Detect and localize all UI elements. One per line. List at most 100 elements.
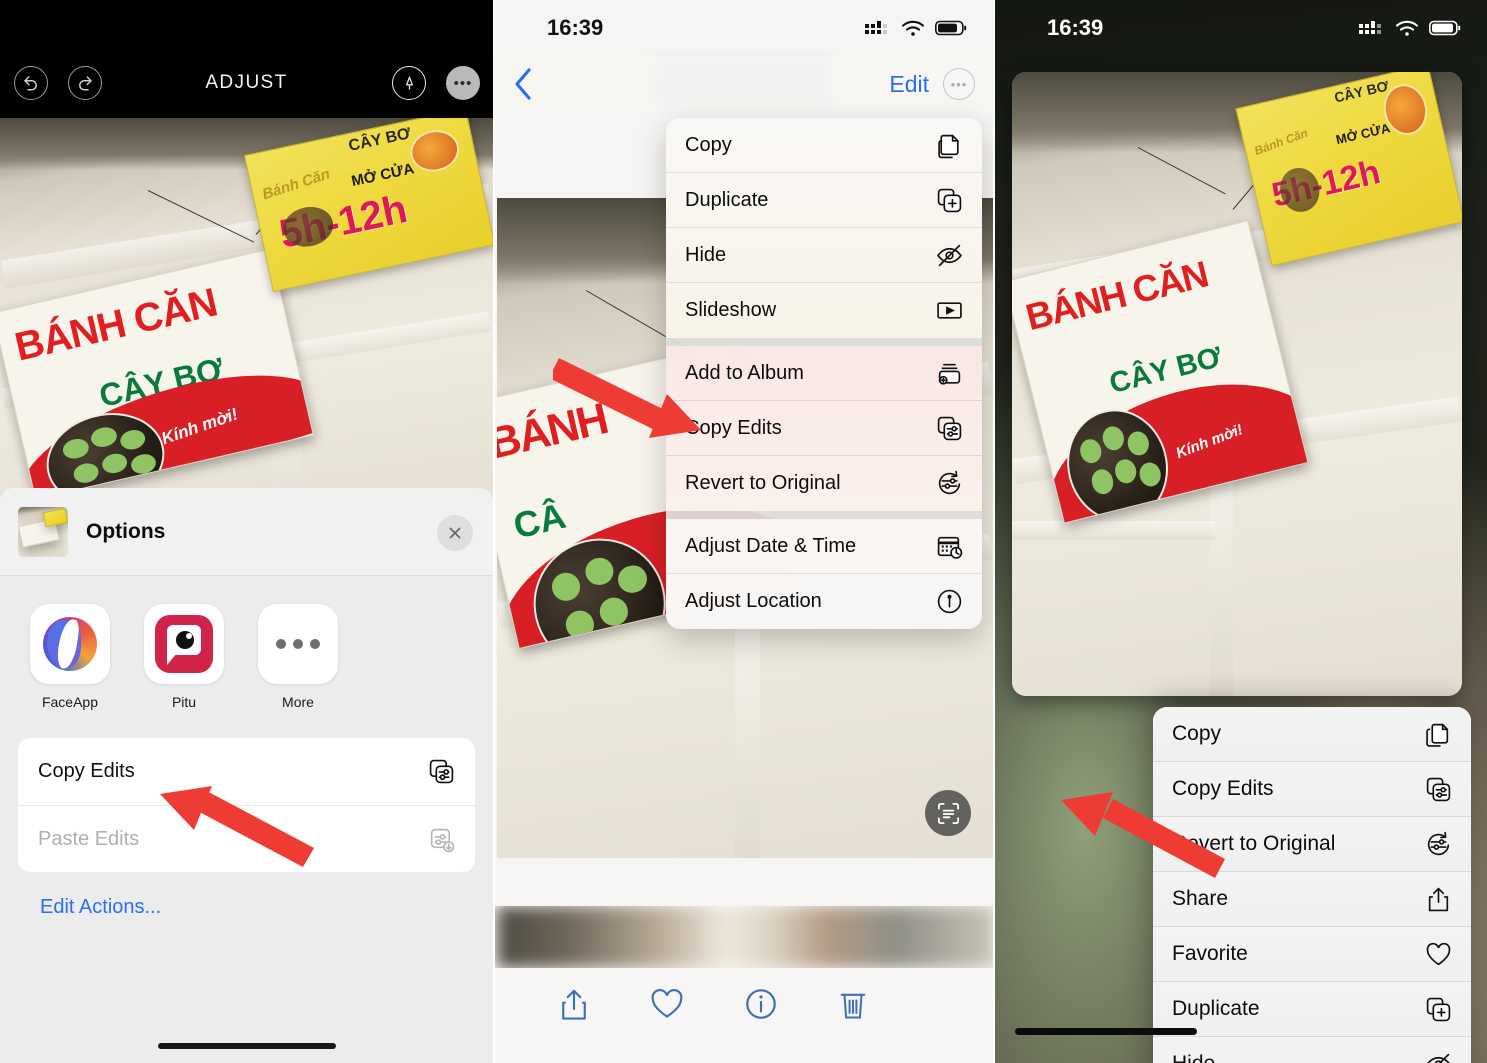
panel-photo-editor-options: BÁNH CĂN CÂY BƠ Kính mời! Bánh Căn CÂY B… — [0, 0, 493, 1063]
menu-item-adjust-location[interactable]: Adjust Location — [666, 574, 982, 629]
app-faceapp[interactable]: FaceApp — [30, 604, 110, 710]
bottom-toolbar — [495, 968, 993, 1063]
heart-icon — [1425, 941, 1452, 968]
menu-item-duplicate[interactable]: Duplicate — [1153, 982, 1471, 1037]
menu-item-slideshow[interactable]: Slideshow — [666, 283, 982, 338]
sign-banh-can: BÁNH CĂN CÂY BƠ Kính mời! — [0, 248, 314, 500]
menu-item-label: Favorite — [1172, 942, 1248, 965]
menu-item-copy-edits[interactable]: Copy Edits — [1153, 762, 1471, 817]
status-time: 16:39 — [547, 15, 604, 40]
faceapp-icon — [30, 604, 110, 684]
context-menu-panel2: Copy Duplicate Hide Slideshow Add to Alb… — [666, 118, 982, 629]
edit-actions-link[interactable]: Edit Actions... — [40, 896, 493, 919]
menu-item-label: Copy Edits — [1172, 777, 1274, 800]
menu-separator — [666, 511, 982, 519]
more-ellipsis-icon[interactable]: ••• — [446, 66, 480, 100]
hide-eye-slash-icon — [936, 242, 963, 269]
menu-item-copy-edits[interactable]: Copy Edits — [666, 401, 982, 456]
chevron-left-icon[interactable] — [513, 67, 533, 101]
wifi-icon — [1395, 20, 1419, 37]
share-button[interactable] — [559, 988, 589, 1022]
menu-item-hide[interactable]: Hide — [1153, 1037, 1471, 1063]
navigation-bar: Edit ••• — [495, 56, 993, 112]
copy-edits-icon — [1425, 776, 1452, 803]
favorite-button[interactable] — [650, 988, 684, 1020]
menu-item-copy[interactable]: Copy — [1153, 707, 1471, 762]
add-to-album-icon — [936, 360, 963, 387]
menu-item-label: Hide — [685, 243, 727, 266]
share-options-sheet: Options FaceApp Pitu More Copy Edits Pas… — [0, 488, 493, 1063]
share-icon — [1425, 886, 1452, 913]
menu-item-share[interactable]: Share — [1153, 872, 1471, 927]
sheet-header: Options — [0, 488, 493, 576]
menu-item-label: Share — [1172, 887, 1229, 910]
menu-item-label: Slideshow — [685, 299, 777, 321]
pitu-icon — [144, 604, 224, 684]
duplicate-icon — [936, 187, 963, 214]
menu-item-label: Copy — [685, 133, 732, 156]
copy-edits-icon — [936, 415, 963, 442]
menu-item-favorite[interactable]: Favorite — [1153, 927, 1471, 982]
sign-mo-cua: Bánh Căn CÂY BƠ MỞ CỬA 5h-12h — [1234, 72, 1462, 267]
more-dots-icon — [258, 604, 338, 684]
photo-preview-panel3[interactable]: BÁNH CĂN CÂY BƠ Kính mời! Bánh Căn CÂY B… — [1012, 72, 1462, 696]
slideshow-play-icon — [936, 297, 963, 324]
home-indicator — [157, 1043, 336, 1049]
app-pitu[interactable]: Pitu — [144, 604, 224, 710]
menu-item-copy[interactable]: Copy — [666, 118, 982, 173]
app-suggestions-row: FaceApp Pitu More — [0, 576, 493, 732]
menu-item-label: Adjust Location — [685, 590, 822, 612]
markup-pen-icon[interactable] — [392, 66, 426, 100]
battery-icon — [1429, 20, 1461, 36]
info-button[interactable] — [745, 988, 777, 1020]
menu-item-label: Copy Edits — [685, 416, 782, 439]
menu-item-label: Duplicate — [685, 188, 769, 211]
more-ellipsis-icon[interactable]: ••• — [943, 68, 975, 100]
photo-thumbnail — [18, 506, 68, 557]
revert-to-original-icon — [936, 470, 963, 497]
menu-item-adjust-date-time[interactable]: Adjust Date & Time — [666, 519, 982, 574]
menu-item-revert-to-original[interactable]: Revert to Original — [666, 456, 982, 511]
delete-button[interactable] — [838, 988, 868, 1022]
menu-item-hide[interactable]: Hide — [666, 228, 982, 283]
action-label: Copy Edits — [38, 760, 135, 782]
menu-item-add-to-album[interactable]: Add to Album — [666, 346, 982, 401]
copy-icon — [1425, 721, 1452, 748]
photo-preview-panel1: BÁNH CĂN CÂY BƠ Kính mời! Bánh Căn CÂY B… — [0, 118, 493, 518]
app-label: FaceApp — [41, 694, 99, 710]
action-paste-edits[interactable]: Paste Edits — [18, 805, 475, 872]
action-label: Paste Edits — [38, 827, 140, 850]
menu-item-duplicate[interactable]: Duplicate — [666, 173, 982, 228]
edit-button[interactable]: Edit — [889, 71, 929, 98]
live-text-scan-icon[interactable] — [925, 790, 971, 836]
action-copy-edits[interactable]: Copy Edits — [18, 738, 475, 805]
menu-item-label: Revert to Original — [1172, 832, 1336, 855]
home-indicator — [1015, 1028, 1197, 1035]
panel-photo-viewer-menu: 16:39 Edit ••• BÁNH CÂ Copy Duplicate Hi… — [495, 0, 993, 1063]
calendar-clock-icon — [936, 533, 963, 560]
paste-edits-icon — [428, 826, 455, 853]
menu-item-label: Duplicate — [1172, 997, 1260, 1020]
context-menu-panel3: Copy Copy Edits Revert to Original Share… — [1153, 707, 1471, 1063]
status-bar: 16:39 — [495, 0, 993, 56]
app-more[interactable]: More — [258, 604, 338, 710]
photo-filmstrip[interactable] — [495, 906, 993, 968]
wifi-icon — [901, 20, 925, 37]
copy-icon — [936, 132, 963, 159]
close-icon[interactable] — [437, 515, 473, 551]
revert-to-original-icon — [1425, 831, 1452, 858]
menu-separator — [666, 338, 982, 346]
app-label: More — [282, 694, 314, 710]
panel-photo-dark-menu: 16:39 BÁNH CĂN CÂY BƠ Kính mời! Bánh Căn… — [995, 0, 1487, 1063]
status-time: 16:39 — [1047, 15, 1104, 40]
menu-item-revert-to-original[interactable]: Revert to Original — [1153, 817, 1471, 872]
menu-item-label: Hide — [1172, 1052, 1215, 1063]
edit-actions-card: Copy Edits Paste Edits — [18, 738, 475, 872]
app-label: Pitu — [171, 694, 197, 710]
hide-eye-slash-icon — [1425, 1051, 1452, 1063]
cellular-signal-icon — [865, 20, 891, 36]
status-bar: 16:39 — [995, 0, 1487, 56]
duplicate-icon — [1425, 996, 1452, 1023]
copy-edits-icon — [428, 758, 455, 785]
menu-item-label: Copy — [1172, 722, 1222, 745]
